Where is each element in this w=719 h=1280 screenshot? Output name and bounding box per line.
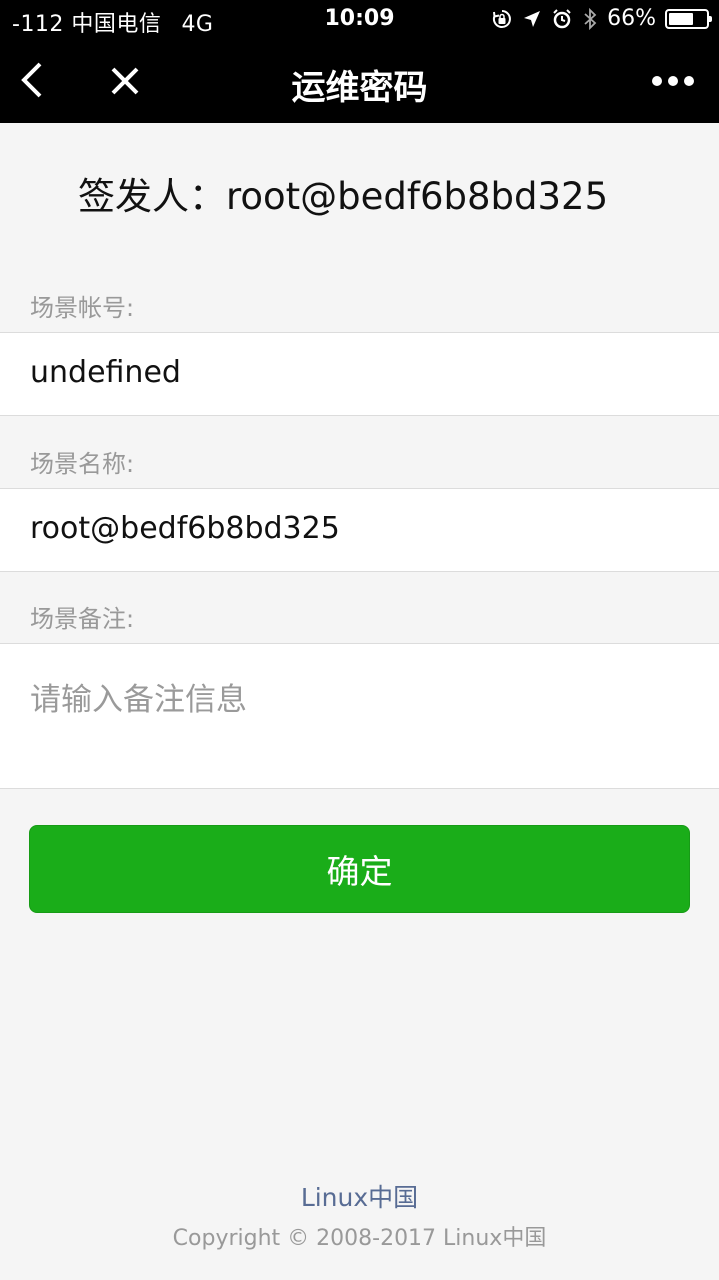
remark-input[interactable] bbox=[28, 672, 692, 776]
page-title: 运维密码 bbox=[291, 68, 428, 108]
account-field: undefined bbox=[0, 332, 719, 416]
battery-icon bbox=[665, 8, 712, 29]
footer-copyright: Copyright © 2008-2017 Linux中国 bbox=[172, 1226, 547, 1251]
name-label: 场景名称: bbox=[30, 450, 135, 478]
name-value: root@bedf6b8bd325 bbox=[30, 511, 340, 546]
confirm-button[interactable]: 确定 bbox=[29, 825, 690, 913]
account-value: undefined bbox=[30, 355, 181, 390]
account-label: 场景帐号: bbox=[30, 294, 135, 322]
nav-bar: 运维密码 bbox=[0, 40, 719, 123]
footer-link[interactable]: Linux中国 bbox=[0, 1178, 719, 1214]
top-bar: -112 中国电信 4G 10:09 66% 运维密码 bbox=[0, 0, 719, 123]
name-field: root@bedf6b8bd325 bbox=[0, 488, 719, 572]
remark-field bbox=[0, 643, 719, 789]
remark-label: 场景备注: bbox=[30, 605, 135, 633]
alarm-icon bbox=[553, 8, 571, 28]
more-icon[interactable] bbox=[651, 68, 695, 94]
issuer-text: 签发人：root@bedf6b8bd325 bbox=[78, 175, 609, 218]
battery-percent: 66% bbox=[607, 6, 656, 31]
location-icon bbox=[524, 10, 541, 27]
orientation-lock-icon bbox=[493, 9, 511, 28]
status-bar: -112 中国电信 4G 10:09 66% bbox=[0, 0, 719, 40]
battery-level bbox=[669, 12, 693, 25]
bluetooth-icon bbox=[584, 7, 597, 30]
